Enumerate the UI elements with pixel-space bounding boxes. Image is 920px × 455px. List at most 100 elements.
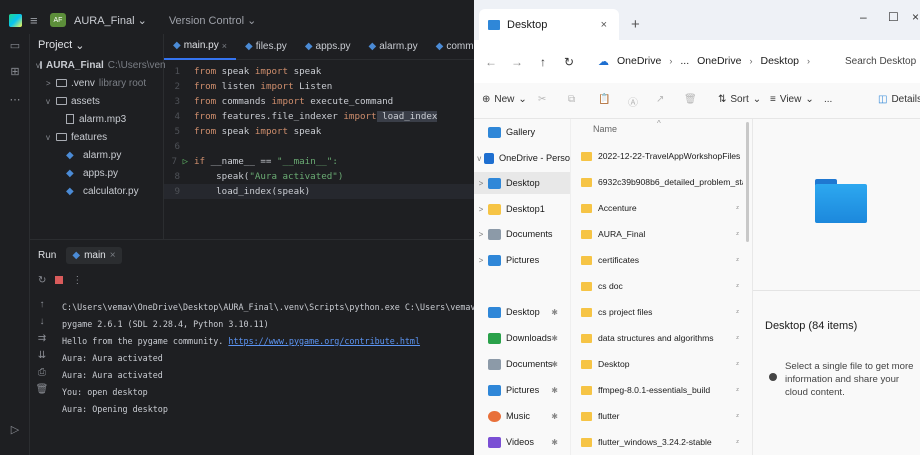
list-item[interactable]: 6932c39b908b6_detailed_problem_state...ᶻ: [571, 169, 743, 195]
sidebar-item-desktop1[interactable]: > Desktop1: [474, 198, 570, 220]
python-file-icon: ◆: [368, 41, 377, 52]
code-text: speak: [288, 126, 322, 137]
rerun-icon[interactable]: ↻: [38, 275, 46, 286]
more-options-icon[interactable]: ⋮: [72, 275, 82, 286]
info-icon: [769, 373, 777, 381]
rename-icon[interactable]: Ⓐ: [628, 94, 638, 109]
refresh-icon[interactable]: ↻: [556, 55, 582, 69]
sort-label: Sort: [730, 94, 749, 105]
project-panel-header[interactable]: Project ⌄: [30, 34, 163, 56]
hamburger-menu-icon[interactable]: ≡: [30, 13, 42, 28]
sidebar-item-desktop[interactable]: > Desktop: [474, 172, 570, 194]
column-header-name[interactable]: Name: [593, 124, 617, 134]
breadcrumb-overflow[interactable]: ...: [680, 55, 689, 67]
list-item[interactable]: Accenture ᶻ: [571, 195, 743, 221]
list-item[interactable]: 2022-12-22-TravelAppWorkshopFiles ᶻ: [571, 143, 743, 169]
sidebar-item-onedrive[interactable]: v OneDrive - Perso: [474, 147, 570, 169]
list-item[interactable]: cs project files ᶻ: [571, 299, 743, 325]
quick-access-pictures[interactable]: Pictures ✱: [474, 379, 570, 401]
tab-alarm-py[interactable]: ◆ alarm.py: [360, 34, 427, 60]
sidebar-item-documents[interactable]: > Documents: [474, 223, 570, 245]
quick-access-documents[interactable]: Documents ✱: [474, 353, 570, 375]
tree-item[interactable]: alarm.mp3: [30, 110, 163, 128]
more-options-button[interactable]: ...: [824, 94, 832, 105]
list-item[interactable]: data structures and algorithms ᶻ: [571, 325, 743, 351]
delete-icon[interactable]: 🗑: [684, 94, 697, 105]
tree-item[interactable]: v assets: [30, 92, 163, 110]
tab-apps-py[interactable]: ◆ apps.py: [296, 34, 360, 60]
tree-item[interactable]: ◆ apps.py: [30, 164, 163, 182]
search-input[interactable]: Search Desktop: [845, 56, 916, 67]
address-row: ← → ↑ ↻ ☁ OneDrive › ... OneDrive › Desk…: [474, 40, 920, 83]
more-tools-icon[interactable]: ⋯: [8, 92, 22, 106]
list-item[interactable]: flutter_windows_3.24.2-stable ᶻ: [571, 429, 743, 455]
details-button[interactable]: ◫ Details: [878, 94, 920, 105]
breadcrumb-item[interactable]: Desktop: [760, 55, 799, 67]
scroll-end-icon[interactable]: ⇊: [30, 347, 54, 364]
copy-icon[interactable]: ⧉: [568, 94, 575, 105]
back-icon[interactable]: ←: [478, 55, 504, 69]
console-output[interactable]: C:\Users\vemav\OneDrive\Desktop\AURA_Fin…: [62, 298, 474, 417]
cut-icon[interactable]: ✂: [538, 94, 546, 105]
list-item[interactable]: flutter ᶻ: [571, 403, 743, 429]
file-name: cs doc: [598, 281, 623, 291]
minimize-icon[interactable]: –: [860, 10, 867, 24]
share-icon[interactable]: ↗: [656, 94, 664, 105]
paste-icon[interactable]: 📋: [598, 94, 610, 105]
tab-main-py[interactable]: ◆ main.py ×: [164, 34, 236, 60]
new-button[interactable]: ⊕ New ⌄: [482, 94, 527, 105]
quick-access-videos[interactable]: Videos ✱: [474, 431, 570, 453]
tab-commands-py[interactable]: ◆ comm: [427, 34, 474, 60]
console-link[interactable]: https://www.pygame.org/contribute.html: [228, 336, 420, 346]
quick-access-desktop[interactable]: Desktop ✱: [474, 301, 570, 323]
close-icon[interactable]: ×: [601, 19, 607, 31]
tree-item[interactable]: v features: [30, 128, 163, 146]
close-icon[interactable]: ×: [110, 250, 116, 261]
trash-icon[interactable]: 🗑: [30, 381, 54, 398]
tab-files-py[interactable]: ◆ files.py: [236, 34, 296, 60]
run-gutter-icon[interactable]: ▷: [183, 157, 188, 167]
project-switcher[interactable]: AURA_Final ⌄: [74, 14, 147, 27]
stop-icon[interactable]: [55, 276, 64, 284]
close-icon[interactable]: ×: [222, 41, 227, 51]
soft-wrap-icon[interactable]: ⇉: [30, 330, 54, 347]
list-item[interactable]: ffmpeg-8.0.1-essentials_build ᶻ: [571, 377, 743, 403]
new-tab-icon[interactable]: +: [631, 16, 640, 33]
tab-desktop[interactable]: Desktop ×: [479, 9, 619, 40]
folder-icon[interactable]: ▭: [8, 38, 22, 52]
quick-access-music[interactable]: Music ✱: [474, 405, 570, 427]
scroll-up-icon[interactable]: ↑: [30, 296, 54, 313]
close-window-icon[interactable]: ×: [912, 10, 919, 24]
search-box[interactable]: Search Desktop ⌕: [836, 48, 920, 74]
tree-item[interactable]: > .venv library root: [30, 74, 163, 92]
quick-access-downloads[interactable]: Downloads ✱: [474, 327, 570, 349]
view-button[interactable]: ≡ View ⌄: [770, 94, 814, 105]
onedrive-icon: ☁: [598, 55, 609, 68]
breadcrumb-item[interactable]: OneDrive: [617, 55, 661, 67]
list-item[interactable]: Desktop ᶻ: [571, 351, 743, 377]
tool-window-strip: ▭ ⊞ ⋯ ▷: [0, 34, 30, 455]
code-area[interactable]: 1 from speak import speak 2 from listen im…: [164, 60, 474, 199]
sort-button[interactable]: ⇅ Sort ⌄: [718, 94, 761, 105]
list-item[interactable]: cs doc ᶻ: [571, 273, 743, 299]
run-config-tab[interactable]: ◆ main ×: [66, 246, 122, 264]
list-item[interactable]: AURA_Final ᶻ: [571, 221, 743, 247]
sync-status-icon: ᶻ: [736, 411, 739, 421]
tree-item[interactable]: v AURA_Final C:\Users\ven: [30, 56, 166, 74]
scrollbar[interactable]: [746, 122, 749, 242]
tree-item[interactable]: ◆ calculator.py: [30, 182, 163, 200]
run-tool-icon[interactable]: ▷: [8, 422, 22, 436]
breadcrumb-item[interactable]: OneDrive: [697, 55, 741, 67]
forward-icon[interactable]: →: [504, 55, 530, 69]
sidebar-item-gallery[interactable]: Gallery: [474, 121, 570, 143]
print-icon[interactable]: ⎙: [30, 364, 54, 381]
scroll-down-icon[interactable]: ↓: [30, 313, 54, 330]
tree-item[interactable]: ◆ alarm.py: [30, 146, 163, 164]
maximize-icon[interactable]: ☐: [888, 10, 899, 24]
list-item[interactable]: certificates ᶻ: [571, 247, 743, 273]
sidebar-item-pictures[interactable]: > Pictures: [474, 249, 570, 271]
up-icon[interactable]: ↑: [530, 55, 556, 69]
structure-icon[interactable]: ⊞: [8, 64, 22, 78]
version-control-menu[interactable]: Version Control ⌄: [169, 14, 257, 27]
address-bar[interactable]: ☁ OneDrive › ... OneDrive › Desktop ›: [598, 47, 830, 75]
